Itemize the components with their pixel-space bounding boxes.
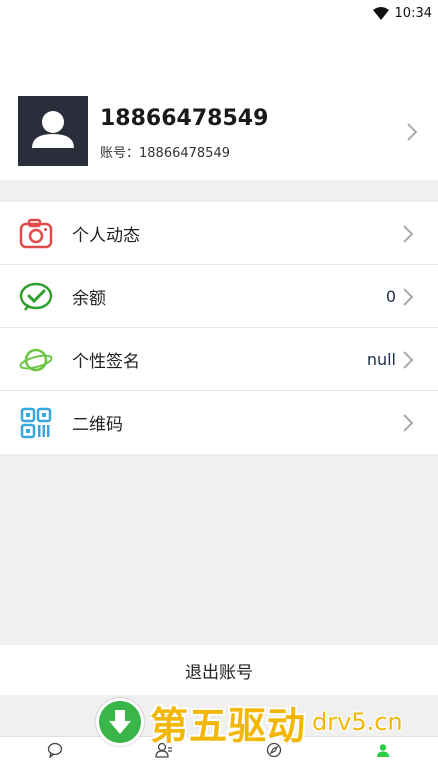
contacts-icon: [155, 742, 173, 758]
me-icon: [377, 744, 390, 757]
profile-name: 18866478549: [100, 106, 269, 131]
wallet-check-icon: [19, 280, 53, 314]
balance-value: 0: [385, 286, 396, 306]
signature-value: null: [366, 349, 396, 369]
status-bar: 10:34: [0, 0, 438, 26]
nav-item-discover[interactable]: [219, 737, 329, 763]
chevron-right-icon: [402, 287, 414, 311]
wifi-icon: [372, 6, 389, 20]
nav-item-contacts[interactable]: [110, 737, 220, 763]
compass-icon: [266, 742, 281, 758]
bottom-nav: [0, 736, 438, 763]
chevron-right-icon: [402, 413, 414, 437]
nav-item-chats[interactable]: [0, 737, 110, 763]
watermark-domain: drv5.cn: [312, 708, 403, 736]
status-time: 10:34: [394, 5, 432, 21]
chevron-right-icon: [402, 224, 414, 248]
menu-item-label: 个人动态: [72, 225, 140, 246]
profile-account: 账号：18866478549: [100, 146, 230, 161]
menu-item-signature[interactable]: 个性签名 null: [0, 328, 438, 391]
menu-item-label: 个性签名: [72, 351, 140, 372]
menu-item-qrcode[interactable]: 二维码: [0, 391, 438, 454]
planet-icon: [19, 343, 53, 377]
menu-item-label: 二维码: [72, 415, 123, 435]
nav-item-me[interactable]: [329, 737, 438, 763]
qr-code-icon: [19, 406, 53, 440]
profile-card[interactable]: 18866478549 账号：18866478549: [0, 26, 438, 180]
menu-item-label: 余额: [72, 288, 106, 309]
menu-item-balance[interactable]: 余额 0: [0, 265, 438, 328]
chat-icon: [47, 742, 62, 758]
chevron-right-icon: [406, 122, 418, 146]
menu-list: 个人动态 余额 0 个性签名 null 二维码: [0, 202, 438, 454]
chevron-right-icon: [402, 350, 414, 374]
menu-item-moments[interactable]: 个人动态: [0, 202, 438, 265]
camera-icon: [19, 217, 53, 251]
avatar[interactable]: [18, 96, 88, 166]
logout-button[interactable]: 退出账号: [0, 645, 438, 695]
user-silhouette-icon: [32, 111, 74, 148]
